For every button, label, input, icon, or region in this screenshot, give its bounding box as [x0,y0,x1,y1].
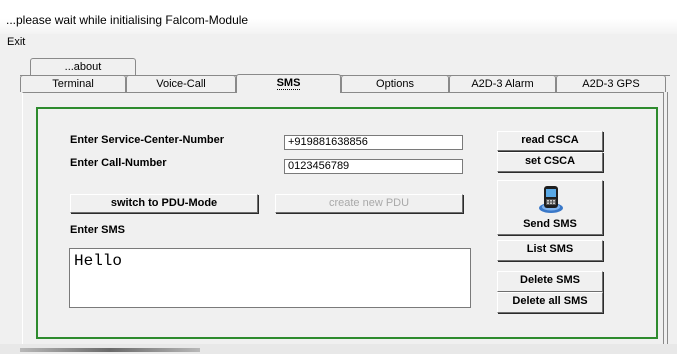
call-number-label: Enter Call-Number [70,157,167,169]
title-bar: ...please wait while initialising Falcom… [0,0,677,34]
menu-bar: Exit [0,34,677,52]
send-sms-label: Send SMS [523,218,577,230]
tab-a2d3-gps-label: A2D-3 GPS [582,78,640,90]
delete-all-sms-button[interactable]: Delete all SMS [497,292,603,313]
sms-text-area[interactable]: Hello [69,248,471,308]
tab-terminal[interactable]: Terminal [20,75,126,92]
send-sms-button[interactable]: Send SMS [497,180,603,235]
tab-sms-label: SMS [276,77,301,90]
tab-sms[interactable]: SMS [236,74,341,93]
window-title: ...please wait while initialising Falcom… [6,13,249,27]
list-sms-button[interactable]: List SMS [497,240,603,261]
tab-a2d3-alarm[interactable]: A2D-3 Alarm [449,75,556,92]
delete-sms-button[interactable]: Delete SMS [497,271,603,292]
enter-sms-label: Enter SMS [70,224,126,236]
service-center-input[interactable]: +919881638856 [284,135,463,150]
service-center-label: Enter Service-Center-Number [70,134,225,146]
read-csca-button[interactable]: read CSCA [497,131,603,151]
tab-options-label: Options [376,78,414,90]
menu-exit[interactable]: Exit [7,36,25,48]
call-number-input[interactable]: 0123456789 [284,159,463,174]
tab-a2d3-gps[interactable]: A2D-3 GPS [556,75,666,92]
mobile-phone-icon [539,186,563,213]
set-csca-button[interactable]: set CSCA [497,152,603,172]
create-new-pdu-button[interactable]: create new PDU [275,194,463,213]
tab-about[interactable]: ...about [30,58,136,75]
application-window: ...please wait while initialising Falcom… [0,0,677,354]
tab-terminal-label: Terminal [52,78,94,90]
tab-voice-call-label: Voice-Call [156,78,206,90]
tab-options[interactable]: Options [341,75,449,92]
tab-about-label: ...about [64,61,102,73]
tab-voice-call[interactable]: Voice-Call [126,75,236,92]
panel-side-edge [663,92,668,344]
tab-a2d3-alarm-label: A2D-3 Alarm [471,78,534,90]
taskbar-shadow [20,348,200,352]
switch-pdu-mode-button[interactable]: switch to PDU-Mode [70,194,258,213]
